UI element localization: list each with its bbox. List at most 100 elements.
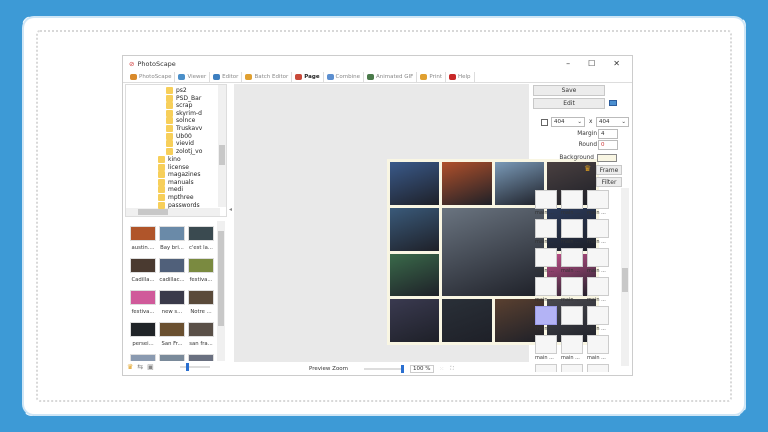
thumbnail-item[interactable]: Cadilla... — [129, 257, 157, 285]
folder-label: scrap — [176, 102, 193, 110]
folder-label: passwords — [168, 201, 200, 209]
thumbnail-item[interactable] — [158, 353, 186, 361]
thumbnail-item[interactable]: san fra... — [187, 321, 215, 349]
thumbnail-item[interactable]: Bay bri... — [158, 225, 186, 253]
thumbnail-item[interactable]: austin.... — [129, 225, 157, 253]
tab-batch-editor[interactable]: Batch Editor — [242, 71, 293, 82]
height-select[interactable]: 404 ⌄ — [596, 117, 629, 127]
layout-option[interactable] — [535, 277, 557, 296]
layout-scrollbar[interactable] — [621, 188, 629, 366]
layout-option[interactable] — [561, 364, 583, 372]
tab-combine[interactable]: Combine — [324, 71, 364, 82]
background-color-picker[interactable] — [597, 154, 617, 162]
save-button[interactable]: Save — [533, 85, 605, 96]
tab-print[interactable]: Print — [417, 71, 446, 82]
collage-photo[interactable] — [442, 162, 492, 205]
thumbnail-item[interactable]: festiva... — [187, 257, 215, 285]
margin-input[interactable]: 4 — [598, 129, 618, 139]
width-select[interactable]: 404 ⌄ — [551, 117, 585, 127]
thumbnail-item[interactable]: cadillac... — [158, 257, 186, 285]
monitor-icon[interactable] — [609, 100, 617, 106]
splitter[interactable]: ◂ — [229, 206, 233, 246]
tree-folder[interactable]: mpthree — [158, 194, 194, 201]
collage-photo[interactable] — [390, 162, 440, 205]
tree-folder[interactable]: Ub00 — [166, 132, 192, 140]
tab-help[interactable]: Help — [446, 71, 475, 82]
tab-viewer[interactable]: Viewer — [175, 71, 211, 82]
tab-editor[interactable]: Editor — [210, 71, 243, 82]
preview-canvas — [234, 84, 599, 362]
fit-icon[interactable]: ⛶ — [450, 366, 454, 373]
layout-option[interactable] — [587, 306, 609, 325]
tree-folder[interactable]: solnce — [166, 117, 195, 125]
layout-option[interactable] — [587, 364, 609, 372]
rotate-icon[interactable]: ⇆ — [137, 363, 143, 371]
tree-folder[interactable]: skyrim-d — [166, 109, 202, 117]
folder-tree[interactable]: ps2 PSD_Bar scrap skyrim-d solnce Truskavv Ub0… — [125, 84, 227, 217]
edit-button[interactable]: Edit — [533, 98, 605, 109]
maximize-button[interactable]: ☐ — [588, 59, 595, 68]
layout-option[interactable] — [535, 219, 557, 238]
thumb-size-slider[interactable] — [179, 363, 210, 371]
layout-option[interactable] — [561, 306, 583, 325]
folder-icon — [166, 117, 173, 125]
thumbnail-item[interactable] — [129, 353, 157, 361]
favorite-icon[interactable]: ♛ — [127, 363, 133, 371]
layout-option[interactable] — [561, 335, 583, 354]
thumbnail-item[interactable] — [187, 353, 215, 361]
close-button[interactable]: ✕ — [613, 59, 620, 68]
tree-folder[interactable]: passwords — [158, 201, 200, 209]
actual-size-icon[interactable]: ⁙ — [440, 366, 445, 372]
collage-photo[interactable] — [390, 253, 440, 297]
layout-option[interactable] — [535, 248, 557, 267]
tree-folder[interactable]: PSD_Bar — [166, 94, 201, 102]
thumbnail-item[interactable]: persei... — [129, 321, 157, 349]
minimize-button[interactable]: – — [566, 59, 570, 68]
layout-option[interactable] — [587, 248, 609, 267]
layout-option[interactable] — [561, 219, 583, 238]
layout-option[interactable] — [535, 306, 557, 325]
layout-option[interactable] — [587, 190, 609, 209]
zoom-slider[interactable] — [364, 365, 405, 373]
thumbnail-scrollbar[interactable] — [217, 221, 225, 361]
tree-scrollbar[interactable] — [218, 85, 226, 207]
thumbnail-list: austin.... Bay bri... c'est la... Cadilla..… — [125, 221, 227, 361]
collage-photo[interactable] — [390, 207, 440, 251]
collage-photo[interactable] — [442, 299, 492, 342]
collage-photo[interactable] — [390, 299, 440, 342]
round-input[interactable]: 0 — [598, 140, 618, 150]
layout-option[interactable] — [587, 277, 609, 296]
thumbnail-item[interactable]: festiva... — [129, 289, 157, 317]
tab-photoscape[interactable]: PhotoScape — [127, 71, 176, 82]
tab-icon — [420, 73, 428, 80]
tree-folder[interactable]: ps2 — [166, 87, 187, 94]
collage-photo[interactable] — [442, 207, 544, 297]
layout-option[interactable] — [561, 277, 583, 296]
layout-option[interactable] — [535, 190, 557, 209]
thumbnail-item[interactable]: San Fr... — [158, 321, 186, 349]
frame-button[interactable]: Frame — [596, 165, 622, 175]
tree-folder[interactable]: magazines — [158, 171, 200, 179]
tab-page[interactable]: Page — [292, 71, 324, 82]
tree-folder[interactable]: Truskavv — [166, 125, 202, 132]
tree-h-scrollbar[interactable] — [126, 208, 220, 216]
thumbnail-item[interactable]: Notre ... — [187, 289, 215, 317]
tree-folder[interactable]: scrap — [166, 102, 193, 110]
layout-option[interactable] — [535, 335, 557, 354]
folder-icon — [158, 171, 165, 179]
tree-folder[interactable]: manuals — [158, 178, 194, 186]
layout-option[interactable] — [587, 219, 609, 238]
tree-folder[interactable]: zolotj_vo — [166, 147, 202, 155]
layout-option[interactable] — [561, 248, 583, 267]
thumbnail-item[interactable]: c'est la... — [187, 225, 215, 253]
tree-folder[interactable]: kino — [158, 156, 181, 163]
tree-folder[interactable]: license — [158, 163, 189, 171]
layout-option[interactable] — [561, 190, 583, 209]
layout-option[interactable] — [587, 335, 609, 354]
tab-animated-gif[interactable]: Animated GIF — [364, 71, 418, 82]
thumbnail-item[interactable]: new s... — [158, 289, 186, 317]
layout-option[interactable] — [535, 364, 557, 372]
photo-icon[interactable]: ▣ — [147, 363, 154, 371]
tree-folder[interactable]: vievid — [166, 140, 194, 148]
tree-folder[interactable]: medi — [158, 186, 183, 194]
